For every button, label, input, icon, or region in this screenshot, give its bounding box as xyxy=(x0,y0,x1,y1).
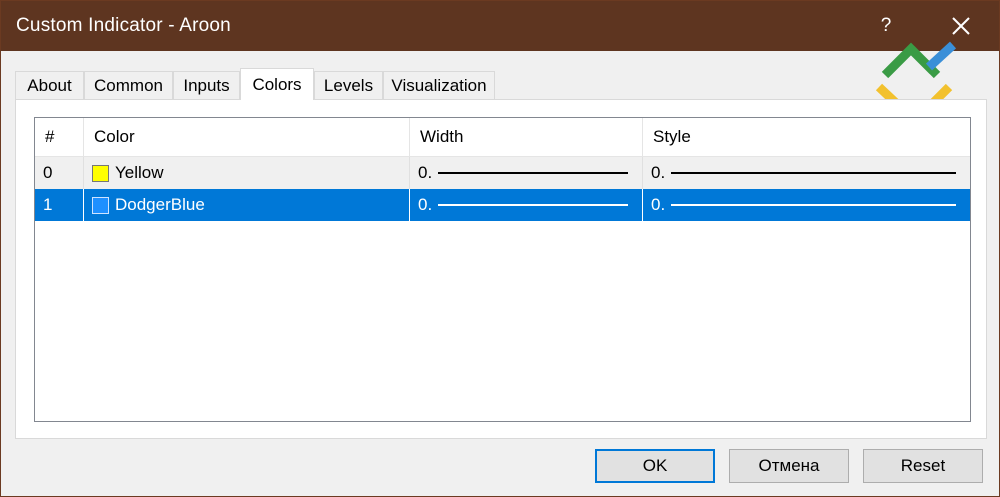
color-swatch xyxy=(92,196,109,214)
title-bar[interactable]: Custom Indicator - Aroon ? xyxy=(1,1,999,51)
tab-colors[interactable]: Colors xyxy=(240,68,314,100)
dialog-window: Custom Indicator - Aroon ? About Common … xyxy=(0,0,1000,497)
row-width-cell[interactable]: 0. xyxy=(410,189,643,221)
tab-common[interactable]: Common xyxy=(84,71,173,99)
color-swatch xyxy=(92,164,109,182)
row-color-cell[interactable]: Yellow xyxy=(84,157,410,189)
color-name: DodgerBlue xyxy=(115,195,205,214)
row-index: 0 xyxy=(35,157,84,189)
width-value: 0. xyxy=(418,195,433,214)
width-line-preview xyxy=(438,172,628,174)
column-header-index[interactable]: # xyxy=(35,118,84,156)
row-style-cell[interactable]: 0. xyxy=(643,189,970,221)
column-header-style[interactable]: Style xyxy=(643,118,970,156)
reset-button[interactable]: Reset xyxy=(863,449,983,483)
row-color-cell[interactable]: DodgerBlue xyxy=(84,189,410,221)
table-row[interactable]: 0 Yellow 0. 0. xyxy=(35,157,970,189)
style-line-preview xyxy=(671,204,956,206)
style-line-preview xyxy=(671,172,956,174)
tab-levels[interactable]: Levels xyxy=(314,71,383,99)
style-value: 0. xyxy=(651,195,666,214)
row-style-cell[interactable]: 0. xyxy=(643,157,970,189)
tab-visualization[interactable]: Visualization xyxy=(383,71,495,99)
tab-inputs[interactable]: Inputs xyxy=(173,71,240,99)
row-index: 1 xyxy=(35,189,84,221)
column-header-color[interactable]: Color xyxy=(84,118,410,156)
window-title: Custom Indicator - Aroon xyxy=(16,15,231,36)
ok-button[interactable]: OK xyxy=(595,449,715,483)
style-value: 0. xyxy=(651,163,666,182)
column-header-width[interactable]: Width xyxy=(410,118,643,156)
width-value: 0. xyxy=(418,163,433,182)
width-line-preview xyxy=(438,204,628,206)
close-icon xyxy=(952,17,970,35)
row-width-cell[interactable]: 0. xyxy=(410,157,643,189)
list-header: # Color Width Style xyxy=(35,118,970,157)
color-name: Yellow xyxy=(115,163,164,182)
colors-list[interactable]: # Color Width Style 0 Yellow 0. 0. 1 Dod… xyxy=(34,117,971,422)
tab-about[interactable]: About xyxy=(15,71,84,99)
colors-panel: # Color Width Style 0 Yellow 0. 0. 1 Dod… xyxy=(15,99,987,439)
cancel-button[interactable]: Отмена xyxy=(729,449,849,483)
table-row-selected[interactable]: 1 DodgerBlue 0. 0. xyxy=(35,189,970,221)
